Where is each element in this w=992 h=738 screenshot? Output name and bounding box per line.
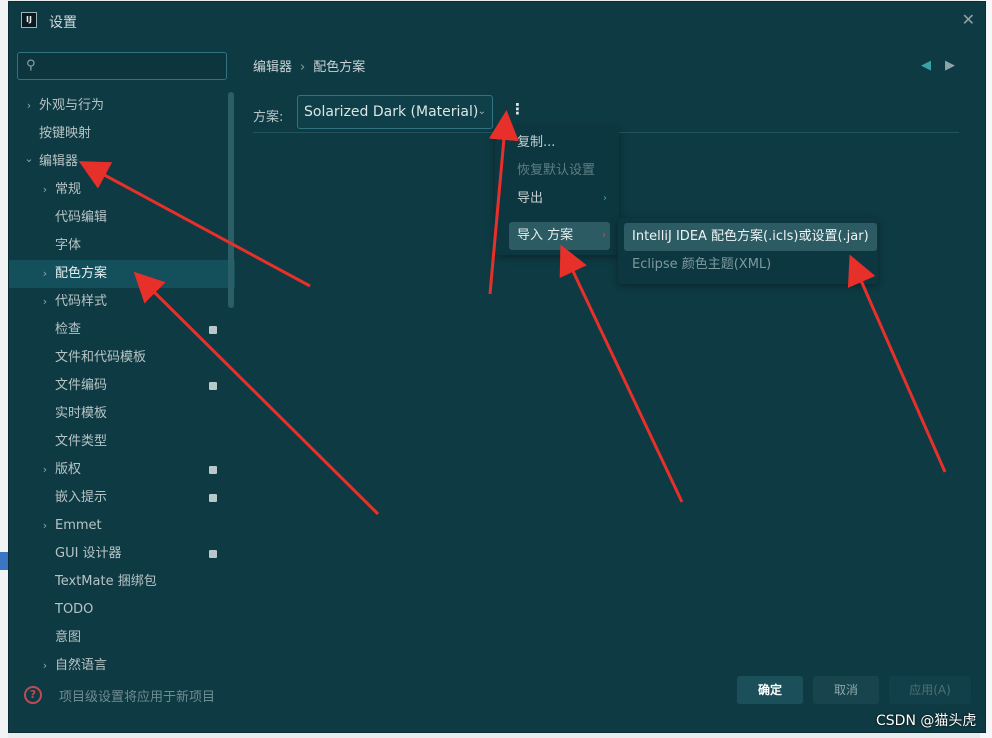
project-level-badge-icon bbox=[209, 326, 217, 334]
sidebar-item[interactable]: 意图 bbox=[9, 624, 235, 652]
project-level-badge-icon bbox=[209, 494, 217, 502]
window-title: 设置 bbox=[49, 15, 77, 31]
sidebar-item-label: 代码样式 bbox=[55, 294, 108, 309]
project-level-badge-icon bbox=[209, 550, 217, 558]
sidebar-item[interactable]: › 外观与行为 bbox=[9, 92, 235, 120]
menu-item[interactable]: 导出 › bbox=[495, 185, 619, 213]
menu-item[interactable]: 导入 方案 › bbox=[509, 222, 610, 250]
chevron-right-icon[interactable]: › bbox=[39, 456, 51, 484]
background-app-left-edge bbox=[0, 0, 8, 738]
chevron-down-icon: ⌄ bbox=[477, 106, 486, 117]
ok-button[interactable]: 确定 bbox=[737, 676, 803, 704]
sidebar-item[interactable]: TODO bbox=[9, 596, 235, 624]
chevron-right-icon[interactable]: › bbox=[39, 512, 51, 540]
sidebar-item-label: TextMate 捆绑包 bbox=[55, 574, 157, 589]
sidebar-item[interactable]: ⌄ 编辑器 bbox=[9, 148, 235, 176]
sidebar-item-label: 代码编辑 bbox=[55, 210, 108, 225]
settings-sidebar: ⚲ › 外观与行为按键映射 ⌄ 编辑器 › 常规代码编辑字体 › 配色方案 › 代码样式检查文件和… bbox=[9, 38, 235, 673]
sidebar-item-label: 文件编码 bbox=[55, 378, 108, 393]
chevron-right-icon[interactable]: › bbox=[39, 260, 51, 288]
sidebar-item-label: 检查 bbox=[55, 322, 82, 337]
sidebar-item-label: 意图 bbox=[55, 630, 82, 645]
apply-button[interactable]: 应用(A) bbox=[889, 676, 971, 704]
scheme-actions-menu: 复制... 恢复默认设置 导出 › 导入 方案 › bbox=[495, 127, 619, 255]
sidebar-item-label: 字体 bbox=[55, 238, 82, 253]
help-icon[interactable]: ? bbox=[24, 686, 42, 704]
cancel-button[interactable]: 取消 bbox=[813, 676, 879, 704]
menu-item-label: 导入 方案 bbox=[517, 228, 574, 243]
dialog-footer: ? 项目级设置将应用于新项目 确定 取消 应用(A) bbox=[9, 656, 985, 732]
sidebar-item-label: 按键映射 bbox=[39, 126, 92, 141]
import-scheme-submenu: IntelliJ IDEA 配色方案(.icls)或设置(.jar) Eclips… bbox=[618, 218, 878, 284]
chevron-right-icon[interactable]: › bbox=[39, 176, 51, 204]
scheme-dropdown[interactable]: Solarized Dark (Material) ⌄ bbox=[297, 95, 493, 129]
sidebar-item-label: 常规 bbox=[55, 182, 82, 197]
sidebar-item-label: 文件类型 bbox=[55, 434, 108, 449]
sidebar-scrollbar[interactable] bbox=[228, 92, 234, 308]
sidebar-item[interactable]: 文件编码 bbox=[9, 372, 235, 400]
sidebar-item-label: GUI 设计器 bbox=[55, 546, 122, 561]
menu-item[interactable]: 复制... bbox=[495, 129, 619, 157]
sidebar-item[interactable]: › 常规 bbox=[9, 176, 235, 204]
project-level-badge-icon bbox=[209, 466, 217, 474]
settings-dialog: IJ 设置 ✕ ⚲ › 外观与行为按键映射 ⌄ 编辑器 › 常规代码编辑字体 › 配色方案 › 代… bbox=[8, 1, 986, 733]
sidebar-item[interactable]: 文件类型 bbox=[9, 428, 235, 456]
close-icon[interactable]: ✕ bbox=[962, 10, 975, 29]
sidebar-item[interactable]: TextMate 捆绑包 bbox=[9, 568, 235, 596]
sidebar-item-label: 文件和代码模板 bbox=[55, 350, 147, 365]
search-icon: ⚲ bbox=[26, 58, 36, 73]
back-arrow-icon[interactable]: ◀ bbox=[921, 58, 931, 73]
sidebar-item[interactable]: 实时模板 bbox=[9, 400, 235, 428]
breadcrumb-current: 配色方案 bbox=[313, 60, 366, 75]
sidebar-item[interactable]: 文件和代码模板 bbox=[9, 344, 235, 372]
sidebar-item-label: 版权 bbox=[55, 462, 82, 477]
search-input[interactable]: ⚲ bbox=[17, 52, 227, 80]
breadcrumb: 编辑器 › 配色方案 bbox=[253, 56, 365, 75]
sidebar-item-label: 嵌入提示 bbox=[55, 490, 108, 505]
footer-note: 项目级设置将应用于新项目 bbox=[59, 690, 216, 705]
submenu-item[interactable]: IntelliJ IDEA 配色方案(.icls)或设置(.jar) bbox=[624, 223, 877, 251]
submenu-arrow-icon: › bbox=[602, 230, 606, 241]
menu-item-label: 复制... bbox=[517, 135, 556, 150]
sidebar-item[interactable]: 按键映射 bbox=[9, 120, 235, 148]
sidebar-item[interactable]: › Emmet bbox=[9, 512, 235, 540]
sidebar-item[interactable]: › 版权 bbox=[9, 456, 235, 484]
sidebar-item[interactable]: 检查 bbox=[9, 316, 235, 344]
scheme-label: 方案: bbox=[253, 110, 284, 125]
chevron-down-icon[interactable]: ⌄ bbox=[23, 145, 35, 173]
sidebar-item[interactable]: GUI 设计器 bbox=[9, 540, 235, 568]
submenu-arrow-icon: › bbox=[603, 193, 607, 204]
title-bar: IJ 设置 ✕ bbox=[9, 2, 985, 38]
sidebar-item-label: 编辑器 bbox=[39, 154, 79, 169]
sidebar-item-label: 实时模板 bbox=[55, 406, 108, 421]
chevron-right-icon[interactable]: › bbox=[23, 92, 35, 120]
watermark: CSDN @猫头虎 bbox=[876, 713, 977, 729]
sidebar-item-label: 外观与行为 bbox=[39, 98, 105, 113]
scheme-dropdown-value: Solarized Dark (Material) bbox=[304, 104, 479, 120]
sidebar-item[interactable]: 嵌入提示 bbox=[9, 484, 235, 512]
sidebar-item-label: 配色方案 bbox=[55, 266, 108, 281]
more-options-icon[interactable]: ⋮ bbox=[510, 102, 525, 117]
menu-item-label: 恢复默认设置 bbox=[517, 163, 596, 178]
sidebar-item[interactable]: 字体 bbox=[9, 232, 235, 260]
chevron-right-icon[interactable]: › bbox=[39, 288, 51, 316]
intellij-app-icon: IJ bbox=[21, 12, 37, 28]
breadcrumb-parent[interactable]: 编辑器 bbox=[253, 60, 292, 75]
sidebar-item[interactable]: › 代码样式 bbox=[9, 288, 235, 316]
breadcrumb-separator: › bbox=[300, 60, 306, 75]
forward-arrow-icon[interactable]: ▶ bbox=[945, 58, 955, 73]
menu-item: 恢复默认设置 bbox=[495, 157, 619, 185]
menu-item-label: 导出 bbox=[517, 191, 544, 206]
project-level-badge-icon bbox=[209, 382, 217, 390]
sidebar-item[interactable]: 代码编辑 bbox=[9, 204, 235, 232]
sidebar-item[interactable]: › 配色方案 bbox=[9, 260, 235, 288]
submenu-item[interactable]: Eclipse 颜色主题(XML) bbox=[624, 251, 779, 279]
sidebar-item-label: Emmet bbox=[55, 518, 102, 533]
background-tag bbox=[0, 552, 8, 570]
sidebar-item-label: TODO bbox=[55, 602, 94, 617]
